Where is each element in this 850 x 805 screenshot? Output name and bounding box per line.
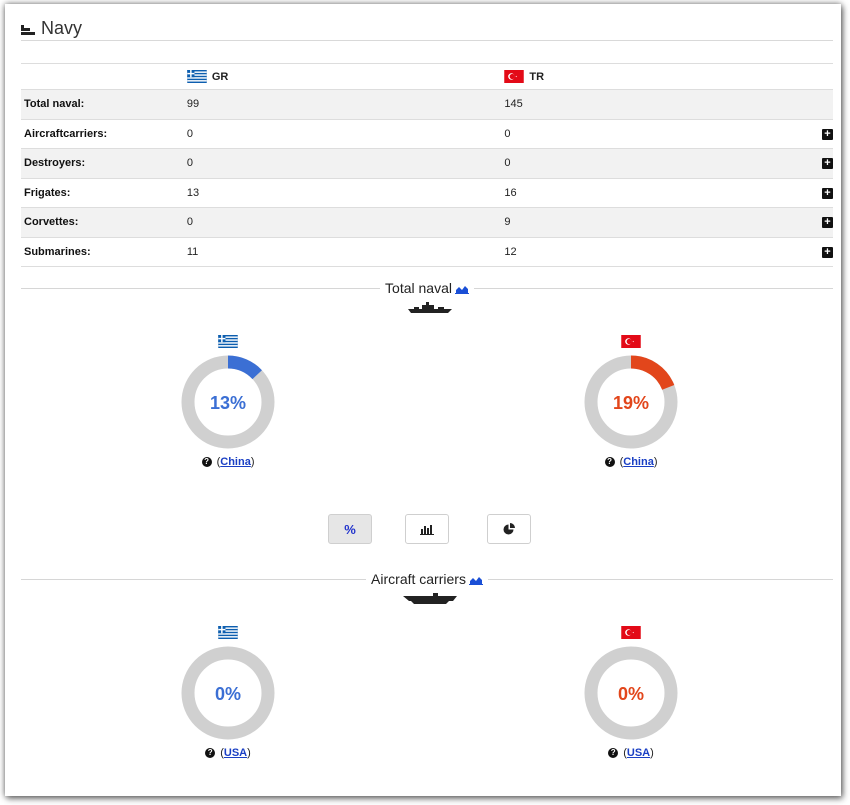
section-header-aircraft-carriers: Aircraft carriers: [21, 570, 833, 590]
pie-chart-view-button[interactable]: [487, 514, 531, 544]
table-row-frigates: Frigates: 13 16 +: [21, 178, 833, 208]
gauge-percent: 13%: [210, 393, 246, 413]
section-header-total-naval: Total naval: [21, 279, 833, 299]
donut-gauge: 19%: [584, 355, 678, 449]
gauge-gr-total-naval: 13% ? (China): [178, 335, 278, 468]
row-value-gr: 0: [186, 216, 193, 229]
row-value-tr: 9: [504, 216, 511, 229]
donut-gauge: 0%: [584, 646, 678, 740]
row-label: Aircraftcarriers:: [24, 127, 108, 140]
gauge-percent: 19%: [613, 393, 649, 413]
row-value-tr: 0: [504, 127, 511, 140]
gauge-tr-total-naval: 19% ? (China): [581, 335, 681, 468]
source-link[interactable]: China: [220, 456, 251, 468]
percent-icon: %: [344, 521, 356, 537]
page-title: Navy: [41, 18, 83, 38]
source-note: ? (USA): [178, 747, 278, 759]
help-icon[interactable]: ?: [608, 748, 619, 759]
source-note: ? (USA): [581, 747, 681, 759]
navy-panel: Navy GR TR Total naval: 99 145 Aircraftc…: [5, 4, 841, 796]
source-link[interactable]: China: [623, 456, 654, 468]
gauge-gr-aircraft-carriers: 0% ? (USA): [178, 626, 278, 759]
help-icon[interactable]: ?: [205, 748, 216, 759]
donut-gauge: 0%: [181, 646, 275, 740]
gauge-percent: 0%: [618, 684, 644, 704]
table-row-corvettes: Corvettes: 0 9 +: [21, 207, 833, 237]
source-link[interactable]: USA: [627, 747, 650, 759]
row-value-gr: 0: [186, 127, 193, 140]
greece-flag-icon: [218, 335, 238, 348]
section-title: Aircraft carriers: [371, 571, 466, 587]
table-row-submarines: Submarines: 11 12 +: [21, 237, 833, 267]
source-link[interactable]: USA: [224, 747, 247, 759]
row-label: Submarines:: [24, 245, 91, 258]
warship-icon: [408, 302, 452, 313]
expand-plus-icon[interactable]: +: [822, 187, 833, 199]
greece-flag-icon: [218, 626, 238, 639]
header-tr: TR: [501, 64, 819, 90]
row-label: Destroyers:: [24, 157, 86, 170]
bar-chart-view-button[interactable]: [405, 514, 449, 544]
row-value-gr: 0: [186, 157, 193, 170]
row-value-gr: 13: [186, 186, 200, 199]
row-label: Corvettes:: [24, 216, 79, 229]
navy-comparison-table: GR TR Total naval: 99 145 Aircraftcarrie…: [21, 63, 833, 267]
ship-icon: [21, 25, 35, 35]
country-code-gr: GR: [211, 70, 229, 83]
row-value-tr: 12: [504, 245, 517, 258]
row-label: Total naval:: [24, 98, 85, 111]
table-header-row: GR TR: [21, 63, 833, 90]
row-value-gr: 11: [186, 245, 199, 258]
table-row-destroyers: Destroyers: 0 0 +: [21, 148, 833, 178]
pie-chart-icon: [503, 523, 515, 535]
row-value-tr: 145: [504, 98, 523, 111]
donut-gauge: 13%: [181, 355, 275, 449]
table-row-aircraftcarriers: Aircraftcarriers: 0 0 +: [21, 119, 833, 149]
bar-chart-icon: [420, 524, 434, 535]
turkey-flag-icon: [504, 70, 525, 83]
turkey-flag-icon: [621, 335, 641, 348]
expand-plus-icon[interactable]: +: [822, 246, 833, 258]
header-gr: GR: [184, 64, 502, 90]
expand-plus-icon[interactable]: +: [822, 158, 833, 170]
section-title: Total naval: [385, 280, 452, 296]
panel-header: Navy: [21, 14, 833, 41]
aircraft-carrier-icon: [403, 593, 457, 604]
header-empty-cell: [21, 64, 184, 90]
row-value-gr: 99: [186, 98, 200, 111]
table-row-total-naval: Total naval: 99 145: [21, 89, 833, 119]
expand-plus-icon[interactable]: +: [822, 217, 833, 229]
row-value-tr: 16: [504, 186, 517, 199]
percent-view-button[interactable]: %: [328, 514, 372, 544]
help-icon[interactable]: ?: [604, 457, 615, 468]
row-label: Frigates:: [24, 186, 71, 199]
country-code-tr: TR: [529, 70, 545, 83]
greece-flag-icon: [187, 70, 207, 83]
gauge-percent: 0%: [215, 684, 241, 704]
row-value-tr: 0: [504, 157, 511, 170]
area-chart-icon[interactable]: [454, 284, 469, 295]
expand-plus-icon[interactable]: +: [822, 128, 833, 140]
gauge-tr-aircraft-carriers: 0% ? (USA): [581, 626, 681, 759]
source-note: ? (China): [581, 456, 681, 468]
turkey-flag-icon: [621, 626, 641, 639]
header-action-cell: [819, 64, 833, 90]
source-note: ? (China): [178, 456, 278, 468]
area-chart-icon[interactable]: [468, 575, 483, 586]
help-icon[interactable]: ?: [201, 457, 212, 468]
